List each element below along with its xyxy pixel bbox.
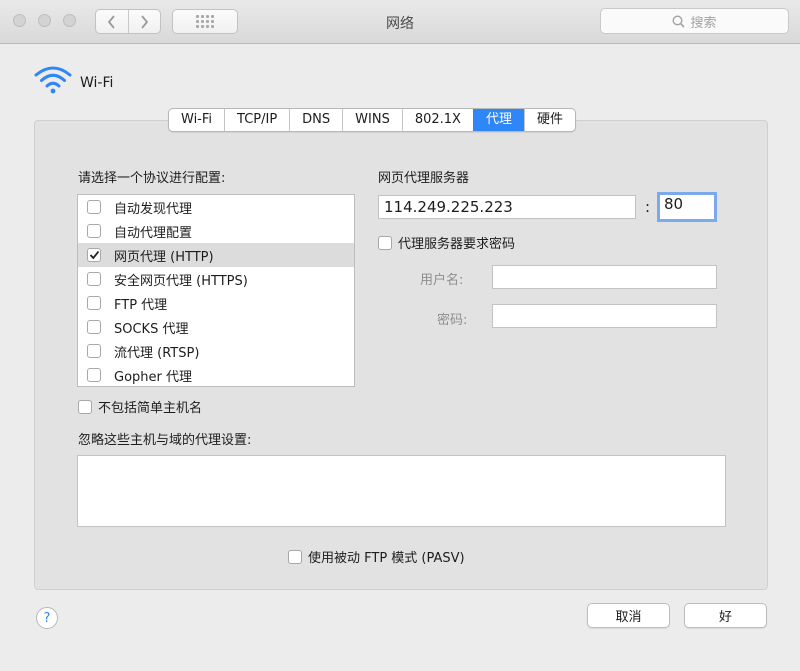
requires-password-label: 代理服务器要求密码 (398, 237, 516, 252)
tab-wins[interactable]: WINS (342, 109, 402, 131)
tab-proxies[interactable]: 代理 (472, 109, 524, 131)
checkbox[interactable] (87, 368, 101, 382)
username-field[interactable] (492, 265, 717, 289)
password-field[interactable] (492, 304, 717, 328)
checkbox[interactable] (87, 320, 101, 334)
list-item[interactable]: FTP 代理 (78, 291, 354, 315)
search-icon (672, 14, 686, 28)
protocol-label: FTP 代理 (114, 297, 168, 313)
title-bar: 网络 搜索 (0, 0, 800, 44)
checkbox[interactable] (87, 272, 101, 286)
passive-ftp-label: 使用被动 FTP 模式 (PASV) (308, 551, 465, 566)
checkbox[interactable] (87, 248, 101, 262)
interface-name: Wi-Fi (80, 75, 114, 91)
bypass-hosts-field[interactable] (77, 455, 726, 527)
passive-ftp-option[interactable]: 使用被动 FTP 模式 (PASV) (288, 547, 465, 566)
protocol-label: 安全网页代理 (HTTPS) (114, 273, 248, 289)
proxy-port-field[interactable]: 80 (657, 192, 717, 222)
checkbox[interactable] (87, 344, 101, 358)
tab-wifi[interactable]: Wi-Fi (169, 109, 224, 131)
protocol-label: SOCKS 代理 (114, 321, 189, 337)
password-label: 密码: (437, 313, 468, 328)
tab-tcp-ip[interactable]: TCP/IP (224, 109, 289, 131)
protocol-label: 自动发现代理 (114, 201, 193, 217)
exclude-simple-hosts-label: 不包括简单主机名 (98, 401, 203, 416)
ok-button[interactable]: 好 (684, 603, 767, 628)
tab-dns[interactable]: DNS (289, 109, 342, 131)
list-item[interactable]: Gopher 代理 (78, 363, 354, 387)
requires-password-checkbox[interactable] (378, 235, 392, 250)
list-item[interactable]: 自动代理配置 (78, 219, 354, 243)
checkbox[interactable] (87, 224, 101, 238)
search-field[interactable]: 搜索 (600, 8, 789, 34)
wifi-icon (34, 66, 72, 94)
list-item[interactable]: SOCKS 代理 (78, 315, 354, 339)
proxy-server-heading: 网页代理服务器 (378, 171, 470, 186)
exclude-simple-hosts-checkbox[interactable] (78, 399, 92, 414)
checkmark-icon (89, 250, 99, 260)
tab-bar: Wi-Fi TCP/IP DNS WINS 802.1X 代理 硬件 (168, 108, 576, 132)
checkbox[interactable] (87, 296, 101, 310)
list-item[interactable]: 流代理 (RTSP) (78, 339, 354, 363)
tab-802-1x[interactable]: 802.1X (401, 109, 473, 131)
passive-ftp-checkbox[interactable] (288, 549, 302, 564)
protocol-label: 流代理 (RTSP) (114, 345, 200, 361)
username-label: 用户名: (420, 273, 464, 288)
cancel-button[interactable]: 取消 (587, 603, 670, 628)
exclude-simple-hosts-option[interactable]: 不包括简单主机名 (78, 397, 202, 416)
protocol-label: Gopher 代理 (114, 369, 192, 385)
list-item[interactable]: 网页代理 (HTTP) (78, 243, 354, 267)
protocol-label: 自动代理配置 (114, 225, 193, 241)
list-item[interactable]: 自动发现代理 (78, 195, 354, 219)
protocol-list: 自动发现代理 自动代理配置 网页代理 (HTTP) 安全网页代理 (HTTPS)… (77, 194, 355, 387)
bypass-heading: 忽略这些主机与域的代理设置: (78, 433, 252, 448)
port-separator: : (645, 198, 651, 216)
protocols-heading: 请选择一个协议进行配置: (78, 171, 226, 186)
list-item[interactable]: 安全网页代理 (HTTPS) (78, 267, 354, 291)
protocol-label: 网页代理 (HTTP) (114, 249, 214, 265)
search-placeholder: 搜索 (690, 15, 717, 31)
tab-hardware[interactable]: 硬件 (523, 109, 575, 131)
proxy-address-field[interactable]: 114.249.225.223 (378, 195, 636, 219)
checkbox[interactable] (87, 200, 101, 214)
requires-password-option[interactable]: 代理服务器要求密码 (378, 233, 515, 252)
help-button[interactable]: ? (36, 607, 58, 629)
